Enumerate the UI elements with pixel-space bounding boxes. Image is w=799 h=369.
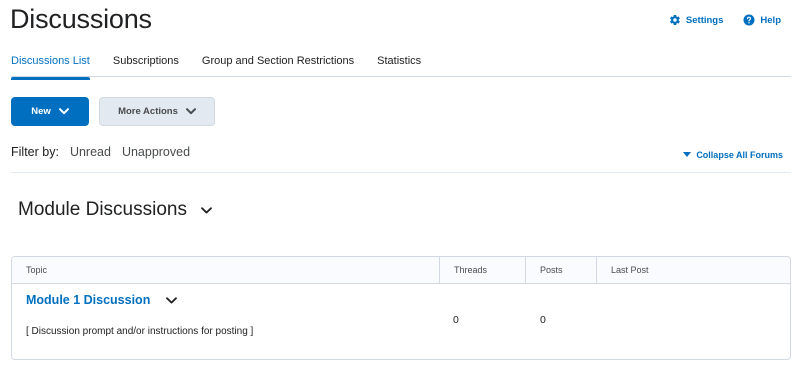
threads-count: 0 [453, 314, 459, 326]
table-header: Topic Threads Posts Last Post [12, 257, 790, 284]
column-header-last-post: Last Post [611, 265, 649, 275]
divider [11, 172, 791, 173]
help-link[interactable]: Help [743, 14, 781, 26]
chevron-down-icon[interactable] [166, 297, 177, 304]
topic-description: [ Discussion prompt and/or instructions … [26, 326, 254, 337]
tab-group-section-restrictions[interactable]: Group and Section Restrictions [202, 54, 354, 76]
forum-header: Module Discussions [18, 199, 212, 221]
caret-down-icon [683, 152, 692, 157]
tab-discussions-list[interactable]: Discussions List [11, 54, 90, 80]
filter-bar: Filter by: Unread Unapproved [11, 145, 190, 159]
column-header-topic: Topic [12, 257, 440, 283]
more-actions-label: More Actions [118, 106, 178, 117]
topic-link[interactable]: Module 1 Discussion [26, 293, 150, 307]
column-header-threads: Threads [440, 257, 526, 283]
help-icon [743, 14, 755, 26]
gear-icon [669, 14, 680, 26]
chevron-down-icon[interactable] [201, 206, 212, 214]
new-button[interactable]: New [11, 97, 89, 126]
header-links: Settings Help [669, 14, 781, 26]
settings-link[interactable]: Settings [669, 14, 723, 26]
settings-label: Settings [685, 14, 724, 26]
table-row: Module 1 Discussion [ Discussion prompt … [12, 284, 790, 359]
help-label: Help [760, 14, 781, 26]
topics-table: Topic Threads Posts Last Post Module 1 D… [11, 256, 791, 360]
column-header-posts: Posts [526, 257, 597, 283]
forum-title: Module Discussions [18, 199, 187, 220]
tab-subscriptions[interactable]: Subscriptions [113, 54, 179, 76]
chevron-down-icon [58, 108, 69, 115]
more-actions-button[interactable]: More Actions [99, 97, 215, 126]
collapse-all-forums-link[interactable]: Collapse All Forums [683, 150, 783, 160]
filter-unread[interactable]: Unread [70, 145, 111, 159]
posts-count: 0 [540, 314, 546, 326]
filter-label: Filter by: [11, 145, 59, 159]
new-button-label: New [31, 106, 51, 117]
chevron-down-icon [185, 108, 196, 115]
tab-bar: Discussions List Subscriptions Group and… [11, 54, 791, 80]
filter-unapproved[interactable]: Unapproved [122, 145, 190, 159]
page-title: Discussions [10, 4, 152, 34]
tab-statistics[interactable]: Statistics [377, 54, 421, 76]
collapse-all-label: Collapse All Forums [696, 150, 783, 160]
